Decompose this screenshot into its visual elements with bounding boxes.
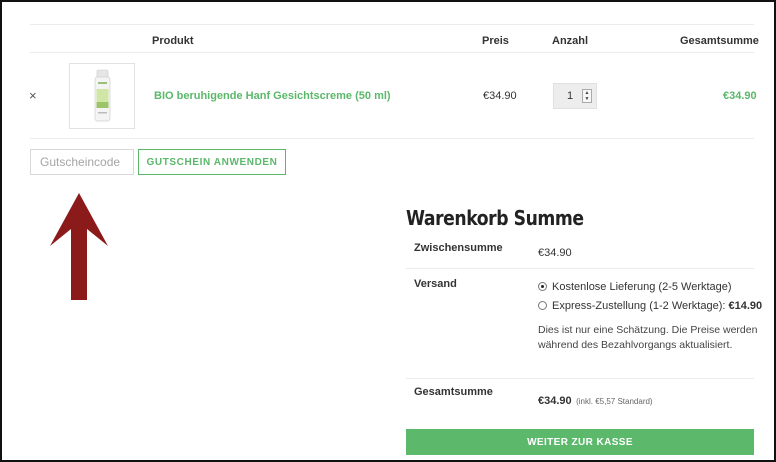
- table-header-divider: [30, 52, 754, 53]
- page-frame: Produkt Preis Anzahl Gesamtsumme × BIO b…: [0, 0, 776, 462]
- subtotal-label: Zwischensumme: [414, 242, 503, 254]
- quantity-value[interactable]: 1: [567, 90, 573, 102]
- total-value-group: €34.90 (inkl. €5,57 Standard): [538, 391, 653, 409]
- shipping-free-label[interactable]: Kostenlose Lieferung (2-5 Werktage): [552, 281, 732, 293]
- coupon-code-input[interactable]: [30, 149, 134, 175]
- subtotal-value: €34.90: [538, 247, 572, 259]
- product-thumbnail[interactable]: [69, 63, 135, 129]
- shipping-express-text[interactable]: Express-Zustellung (1-2 Werktage):: [552, 300, 725, 312]
- header-quantity: Anzahl: [552, 35, 589, 47]
- product-name-link[interactable]: BIO beruhigende Hanf Gesichtscreme (50 m…: [154, 90, 391, 102]
- cream-bottle-icon: [94, 69, 111, 122]
- product-price: €34.90: [483, 90, 517, 102]
- total-label: Gesamtsumme: [414, 386, 493, 398]
- table-top-divider: [30, 24, 754, 25]
- shipping-express-price: €14.90: [728, 300, 763, 312]
- remove-item-button[interactable]: ×: [29, 88, 37, 103]
- totals-divider-1: [406, 268, 754, 269]
- shipping-label: Versand: [414, 278, 457, 290]
- red-arrow-icon: [50, 193, 108, 300]
- line-subtotal: €34.90: [723, 90, 757, 102]
- table-row-divider: [30, 138, 754, 139]
- quantity-stepper[interactable]: 1 ▲ ▼: [553, 83, 597, 109]
- quantity-spin-arrows-icon[interactable]: ▲ ▼: [582, 89, 592, 103]
- header-subtotal: Gesamtsumme: [680, 35, 759, 47]
- header-product: Produkt: [152, 35, 194, 47]
- shipping-estimate-note: Dies ist nur eine Schätzung. Die Preise …: [538, 324, 758, 351]
- apply-coupon-button[interactable]: GUTSCHEIN ANWENDEN: [138, 149, 286, 175]
- shipping-free-radio[interactable]: [538, 282, 547, 291]
- shipping-express-label[interactable]: Express-Zustellung (1-2 Werktage): €14.9…: [552, 300, 762, 312]
- cart-totals-title: Warenkorb Summe: [406, 206, 584, 230]
- proceed-to-checkout-button[interactable]: WEITER ZUR KASSE: [406, 429, 754, 455]
- totals-divider-2: [406, 378, 754, 379]
- shipping-express-radio[interactable]: [538, 301, 547, 310]
- tax-note: (inkl. €5,57 Standard): [576, 397, 653, 406]
- total-value: €34.90: [538, 395, 572, 407]
- header-price: Preis: [482, 35, 509, 47]
